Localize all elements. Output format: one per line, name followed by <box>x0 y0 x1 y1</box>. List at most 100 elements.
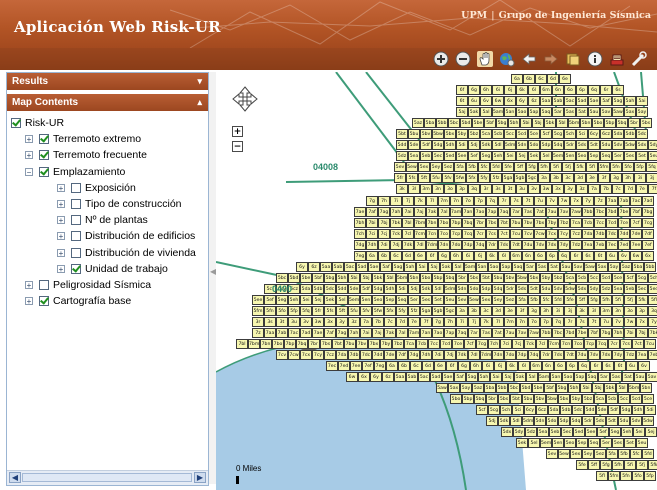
grid-cell[interactable]: 5bo <box>450 394 462 404</box>
grid-cell[interactable]: 3i <box>552 306 564 316</box>
grid-cell[interactable]: 5ch <box>500 405 512 415</box>
grid-cell[interactable]: 7bd <box>564 328 576 338</box>
layer-checkbox[interactable] <box>71 199 81 209</box>
grid-cell[interactable]: 5bv <box>504 273 516 283</box>
grid-cell[interactable]: 5cd <box>600 273 612 283</box>
grid-cell[interactable]: 7cn <box>426 229 438 239</box>
expand-icon[interactable]: + <box>25 297 33 306</box>
tree-item[interactable]: − Emplazamiento <box>25 164 125 180</box>
grid-cell[interactable]: 3w <box>312 317 324 327</box>
grid-cell[interactable]: 6c <box>390 251 402 261</box>
grid-cell[interactable]: 7ak <box>426 207 438 217</box>
grid-cell[interactable]: 5fs <box>406 173 418 183</box>
grid-cell[interactable]: 7dv <box>534 240 546 250</box>
grid-cell[interactable]: 6s <box>582 251 594 261</box>
grid-cell[interactable]: 7bh <box>612 328 624 338</box>
grid-cell[interactable]: 3c <box>562 173 574 183</box>
measure-icon[interactable] <box>631 51 647 67</box>
grid-cell[interactable]: 5ee <box>456 151 468 161</box>
grid-cell[interactable]: 7bt <box>498 218 510 228</box>
grid-cell[interactable]: 5dh <box>384 284 396 294</box>
grid-cell[interactable]: 5ae <box>588 96 600 106</box>
expand-icon[interactable]: + <box>57 264 65 273</box>
grid-cell[interactable]: 5bo <box>420 273 432 283</box>
grid-cell[interactable]: 7dq <box>474 240 486 250</box>
back-arrow-icon[interactable] <box>521 51 537 67</box>
grid-cell[interactable]: 5bk <box>604 383 616 393</box>
grid-cell[interactable]: 3u <box>516 184 528 194</box>
grid-cell[interactable]: 7bq <box>296 339 308 349</box>
grid-cell[interactable]: 5ds <box>516 284 528 294</box>
grid-cell[interactable]: 5bj <box>360 273 372 283</box>
grid-cell[interactable]: 5es <box>612 438 624 448</box>
grid-cell[interactable]: 6u <box>626 361 638 371</box>
grid-cell[interactable]: 6x <box>504 96 516 106</box>
grid-cell[interactable]: 6r <box>600 85 612 95</box>
grid-cell[interactable]: 7be <box>618 207 630 217</box>
grid-cell[interactable]: 5au <box>560 262 572 272</box>
grid-cell[interactable]: 5aq <box>586 372 598 382</box>
grid-cell[interactable]: 5fe <box>576 460 588 470</box>
grid-cell[interactable]: 5bc <box>508 383 520 393</box>
grid-cell[interactable]: 5du <box>540 284 552 294</box>
grid-cell[interactable]: 6z <box>308 262 320 272</box>
grid-cell[interactable]: 7bj <box>378 218 390 228</box>
grid-cell[interactable]: 5db <box>560 405 572 415</box>
grid-cell[interactable]: 5fp <box>288 306 300 316</box>
grid-cell[interactable]: 7ai <box>360 328 372 338</box>
grid-cell[interactable]: 6l <box>528 85 540 95</box>
grid-cell[interactable]: 3y <box>336 317 348 327</box>
grid-cell[interactable]: 5do <box>468 284 480 294</box>
grid-cell[interactable]: 7bq <box>462 218 474 228</box>
grid-cell[interactable]: 5by <box>540 273 552 283</box>
grid-cell[interactable]: 7co <box>438 229 450 239</box>
grid-cell[interactable]: 7al <box>438 207 450 217</box>
grid-cell[interactable]: 7t <box>522 196 534 206</box>
grid-cell[interactable]: 5bm <box>628 383 640 393</box>
grid-cell[interactable]: 7f <box>420 317 432 327</box>
grid-cell[interactable]: 5eg <box>276 295 288 305</box>
grid-cell[interactable]: 5eo <box>564 438 576 448</box>
grid-cell[interactable]: 5bm <box>568 118 580 128</box>
grid-cell[interactable]: 7cx <box>546 229 558 239</box>
tree-item[interactable]: + Unidad de trabajo <box>57 261 168 277</box>
grid-cell[interactable]: 5bl <box>616 383 628 393</box>
grid-cell[interactable]: 6e <box>434 361 446 371</box>
grid-cell[interactable]: 3n <box>612 306 624 316</box>
grid-cell[interactable]: 5ag <box>392 262 404 272</box>
grid-cell[interactable]: 6u <box>606 251 618 261</box>
grid-cell[interactable]: 5ep <box>576 438 588 448</box>
grid-cell[interactable]: 5dw <box>564 284 576 294</box>
grid-cell[interactable]: 5ft <box>418 173 430 183</box>
grid-cell[interactable]: 5fy <box>478 173 490 183</box>
grid-cell[interactable]: 7ck <box>524 339 536 349</box>
grid-cell[interactable]: 5fw <box>454 173 466 183</box>
grid-cell[interactable]: 6q <box>558 251 570 261</box>
grid-cell[interactable]: 7bl <box>236 339 248 349</box>
grid-cell[interactable]: 5fg <box>588 295 600 305</box>
layer-checkbox[interactable] <box>39 296 49 307</box>
grid-cell[interactable]: 7cy <box>312 350 324 360</box>
grid-cell[interactable]: 5er <box>408 295 420 305</box>
grid-cell[interactable]: 5da <box>612 129 624 139</box>
grid-cell[interactable]: 7cg <box>476 339 488 349</box>
grid-cell[interactable]: 5bk <box>372 273 384 283</box>
grid-cell[interactable]: 5af <box>380 262 392 272</box>
grid-cell[interactable]: 7ed <box>618 240 630 250</box>
grid-cell[interactable]: 5ep <box>588 151 600 161</box>
grid-cell[interactable]: 5dt <box>588 140 600 150</box>
grid-cell[interactable]: 6p <box>566 361 578 371</box>
grid-cell[interactable]: 5cb <box>606 394 618 404</box>
grid-cell[interactable]: 7j <box>468 317 480 327</box>
grid-cell[interactable]: 7dh <box>420 350 432 360</box>
grid-cell[interactable]: 5bi <box>520 118 532 128</box>
grid-cell[interactable]: 6l <box>498 251 510 261</box>
grid-cell[interactable]: 5au <box>588 107 600 117</box>
grid-cell[interactable]: 7bd <box>606 207 618 217</box>
grid-cell[interactable]: 7n <box>450 196 462 206</box>
grid-cell[interactable]: 5ea <box>537 427 549 437</box>
grid-cell[interactable]: 5as <box>536 262 548 272</box>
grid-cell[interactable]: 3j <box>564 306 576 316</box>
grid-cell[interactable]: 7ar <box>468 328 480 338</box>
grid-cell[interactable]: 6o <box>534 251 546 261</box>
